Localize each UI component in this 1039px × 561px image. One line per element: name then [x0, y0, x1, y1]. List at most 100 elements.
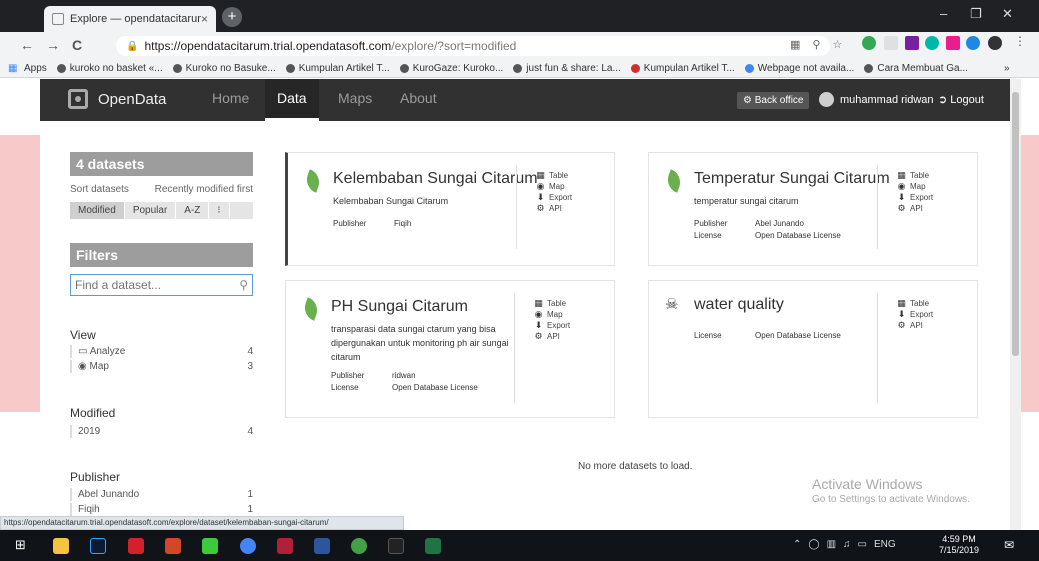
facet-modified-2019[interactable]: 2019 4 — [70, 425, 253, 438]
action-api[interactable]: ⚙ API — [897, 320, 933, 331]
bookmark-item[interactable]: Kumpulan Artikel T... — [285, 63, 390, 74]
logout-button[interactable]: ➲ Logout — [938, 93, 984, 106]
photoshop-icon[interactable] — [90, 538, 106, 554]
action-export[interactable]: ⬇ Export — [536, 192, 572, 203]
tray-app-icon[interactable]: ◯ — [808, 539, 819, 550]
extension-pinterest-icon[interactable] — [946, 36, 960, 50]
dataset-card-ph[interactable]: PH Sungai Citarum transparasi data sunga… — [285, 280, 615, 418]
nav-about[interactable]: About — [388, 79, 449, 121]
map-icon: ◉ — [78, 361, 90, 372]
bookmark-item[interactable]: KuroGaze: Kuroko... — [399, 63, 503, 74]
chevron-up-icon[interactable]: ⌃ — [793, 539, 801, 550]
action-api[interactable]: ⚙ API — [536, 203, 572, 214]
action-map[interactable]: ◉ Map — [534, 309, 570, 320]
search-input[interactable] — [75, 278, 240, 292]
file-explorer-icon[interactable] — [53, 538, 69, 554]
translate-icon[interactable]: ▦ — [790, 38, 800, 51]
dataset-title[interactable]: Kelembaban Sungai Citarum — [333, 170, 538, 188]
bookmark-item[interactable]: Kumpulan Artikel T... — [630, 63, 735, 74]
user-menu[interactable]: muhammad ridwan — [819, 92, 934, 107]
sort-more-button[interactable]: ⁝ — [209, 202, 230, 219]
dataset-title[interactable]: water quality — [694, 296, 784, 314]
sort-value: Recently modified first — [154, 184, 253, 195]
dataset-title[interactable]: Temperatur Sungai Citarum — [694, 170, 890, 188]
sort-modified-button[interactable]: Modified — [70, 202, 125, 219]
word-icon[interactable] — [314, 538, 330, 554]
volume-icon[interactable]: ♫ — [843, 539, 851, 550]
powerpoint-icon[interactable] — [165, 538, 181, 554]
windows-start-icon[interactable]: ⊞ — [15, 537, 31, 553]
dataset-title[interactable]: PH Sungai Citarum — [331, 298, 468, 316]
reload-button[interactable]: C — [72, 37, 82, 53]
sort-az-button[interactable]: A-Z — [176, 202, 210, 219]
profile-avatar-icon[interactable] — [988, 36, 1002, 50]
acrobat-icon[interactable] — [128, 538, 144, 554]
card-divider — [877, 165, 878, 249]
action-map[interactable]: ◉ Map — [536, 181, 572, 192]
sort-popular-button[interactable]: Popular — [125, 202, 177, 219]
action-export[interactable]: ⬇ Export — [534, 320, 570, 331]
browser-menu-icon[interactable]: ⋮ — [1014, 34, 1028, 48]
facet-publisher-abel[interactable]: Abel Junando 1 — [70, 488, 253, 501]
bookmark-item[interactable]: Webpage not availa... — [744, 63, 854, 74]
browser-tab[interactable]: Explore — opendatacitarum × — [44, 6, 216, 32]
search-icon[interactable]: ⚲ — [239, 278, 248, 292]
dataset-card-water-quality[interactable]: ☠ water quality License Open Database Lic… — [648, 280, 978, 418]
facet-publisher-fiqih[interactable]: Fiqih 1 — [70, 503, 253, 516]
nav-home[interactable]: Home — [200, 79, 261, 121]
app-green-icon[interactable] — [351, 538, 367, 554]
battery-icon[interactable]: ▭ — [858, 539, 867, 550]
action-table[interactable]: ▦ Table — [897, 170, 933, 181]
taskbar-clock[interactable]: 4:59 PM 7/15/2019 — [939, 534, 979, 556]
address-bar[interactable]: 🔒 https://opendatacitarum.trial.opendata… — [116, 36, 830, 56]
chrome-icon[interactable] — [240, 538, 256, 554]
excel-icon[interactable] — [425, 538, 441, 554]
action-export[interactable]: ⬇ Export — [897, 309, 933, 320]
app-red-icon[interactable] — [277, 538, 293, 554]
facet-view-analyze[interactable]: ▭ Analyze 4 — [70, 345, 253, 358]
action-table[interactable]: ▦ Table — [534, 298, 570, 309]
action-export[interactable]: ⬇ Export — [897, 192, 933, 203]
bookmark-item[interactable]: kuroko no basket «... — [56, 63, 163, 74]
action-api[interactable]: ⚙ API — [897, 203, 933, 214]
site-logo[interactable]: OpenData — [68, 89, 166, 109]
forward-button[interactable]: → — [46, 37, 60, 53]
notifications-icon[interactable]: ✉ — [1004, 538, 1014, 552]
scrollbar-thumb[interactable] — [1012, 92, 1019, 356]
back-button[interactable]: ← — [20, 37, 34, 53]
extension-grammarly-icon[interactable] — [862, 36, 876, 50]
bookmark-item[interactable]: Kuroko no Basuke... — [172, 63, 276, 74]
globe-icon — [56, 64, 66, 73]
bookmark-item[interactable]: Cara Membuat Ga... — [864, 63, 968, 74]
restore-button[interactable]: ❐ — [970, 6, 982, 22]
extension-page-icon[interactable] — [884, 36, 898, 50]
close-window-button[interactable]: ✕ — [1002, 6, 1013, 22]
line-icon[interactable] — [202, 538, 218, 554]
dataset-card-kelembaban[interactable]: Kelembaban Sungai Citarum Kelembaban Sun… — [285, 152, 615, 266]
nav-data[interactable]: Data — [265, 79, 319, 121]
network-icon[interactable]: ▥ — [827, 539, 836, 550]
dataset-card-temperatur[interactable]: Temperatur Sungai Citarum temperatur sun… — [648, 152, 978, 266]
nav-maps[interactable]: Maps — [326, 79, 384, 121]
action-map[interactable]: ◉ Map — [897, 181, 933, 192]
action-table[interactable]: ▦ Table — [897, 298, 933, 309]
extension-teal-icon[interactable] — [925, 36, 939, 50]
facet-view-map[interactable]: ◉ Map 3 — [70, 360, 253, 373]
zoom-icon[interactable]: ⚲ — [812, 38, 820, 51]
tab-close-icon[interactable]: × — [201, 12, 208, 26]
apps-grid-icon[interactable]: ▦ — [8, 63, 17, 74]
bookmark-item[interactable]: just fun & share: La... — [513, 63, 621, 74]
language-indicator[interactable]: ENG — [874, 539, 896, 550]
extension-blue-icon[interactable] — [966, 36, 980, 50]
back-office-button[interactable]: ⚙ Back office — [737, 92, 810, 109]
action-table[interactable]: ▦ Table — [536, 170, 572, 181]
gears-icon: ⚙ — [897, 320, 906, 330]
bookmark-apps[interactable]: Apps — [24, 63, 47, 74]
extension-purple-icon[interactable] — [905, 36, 919, 50]
bookmarks-overflow[interactable]: » — [1004, 63, 1010, 74]
new-tab-button[interactable]: + — [222, 7, 242, 27]
action-api[interactable]: ⚙ API — [534, 331, 570, 342]
fox-icon[interactable] — [388, 538, 404, 554]
bookmark-star-icon[interactable]: ☆ — [832, 38, 842, 51]
minimize-button[interactable]: – — [940, 6, 947, 21]
